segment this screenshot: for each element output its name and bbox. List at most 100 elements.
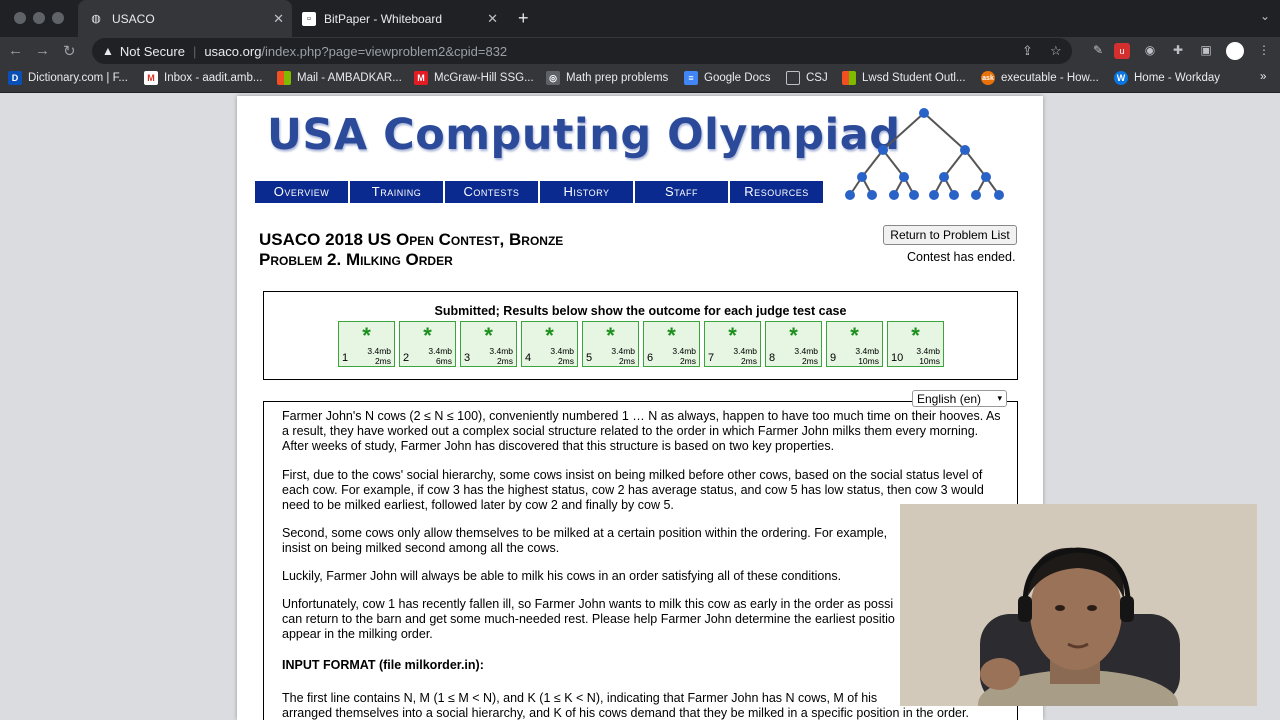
nav-history[interactable]: History <box>540 181 633 203</box>
bookmark-workday[interactable]: W Home - Workday <box>1114 71 1220 85</box>
bookmarks-overflow-icon[interactable]: » <box>1260 71 1266 83</box>
return-to-list-button[interactable]: Return to Problem List <box>883 225 1017 245</box>
share-icon[interactable]: ⇪ <box>1022 43 1033 59</box>
paragraph: Second, some cows only allow themselves … <box>282 526 888 540</box>
paragraph: Luckily, Farmer John will always be able… <box>282 569 842 583</box>
site-logo: USA Computing Olympiad <box>267 110 901 160</box>
close-icon[interactable]: ✕ <box>487 11 498 27</box>
test-case-memory: 3.4mb <box>916 346 940 356</box>
bitpaper-icon: ▫ <box>302 11 316 26</box>
test-case-memory: 3.4mb <box>367 346 391 356</box>
browser-tab-bar: ◍ USACO ✕ ▫ BitPaper - Whiteboard ✕ + ⌄ <box>0 0 1280 37</box>
tab-bitpaper[interactable]: ▫ BitPaper - Whiteboard ✕ <box>292 0 506 37</box>
test-case-memory: 3.4mb <box>428 346 452 356</box>
bookmark-csj[interactable]: CSJ <box>786 71 828 85</box>
extension-icon[interactable]: ✎ <box>1090 43 1106 59</box>
test-case-number: 8 <box>769 352 776 364</box>
test-case-memory: 3.4mb <box>611 346 635 356</box>
language-select[interactable]: English (en) ▾ <box>912 390 1007 407</box>
paragraph: arranged themselves into a social hierar… <box>282 706 969 720</box>
bookmark-executable[interactable]: ask executable - How... <box>981 71 1099 85</box>
bookmark-lwsd[interactable]: Lwsd Student Outl... <box>842 71 966 85</box>
test-case-number: 2 <box>403 352 410 364</box>
bookmark-mail[interactable]: Mail - AMBADKAR... <box>277 71 402 85</box>
bookmark-docs[interactable]: ≡ Google Docs <box>684 71 770 85</box>
microsoft-icon <box>842 71 856 85</box>
test-case-cell: * 3 3.4mb 2ms <box>460 321 517 367</box>
reload-icon[interactable]: ↻ <box>63 42 76 60</box>
test-case-number: 7 <box>708 352 715 364</box>
bookmark-inbox[interactable]: M Inbox - aadit.amb... <box>144 71 262 85</box>
chevron-down-icon: ▾ <box>997 393 1002 403</box>
sidebar-icon[interactable]: ▣ <box>1198 43 1214 59</box>
test-case-stats: 3.4mb 6ms <box>428 346 452 366</box>
globe-icon: ◎ <box>546 71 560 85</box>
nav-overview[interactable]: Overview <box>255 181 348 203</box>
avatar[interactable] <box>1226 42 1244 60</box>
test-case-cell: * 4 3.4mb 2ms <box>521 321 578 367</box>
bookmark-math[interactable]: ◎ Math prep problems <box>546 71 668 85</box>
minimize-window-dot[interactable] <box>33 12 45 24</box>
test-case-memory: 3.4mb <box>733 346 757 356</box>
test-case-number: 1 <box>342 352 349 364</box>
bookmark-mcgraw[interactable]: M McGraw-Hill SSG... <box>414 71 534 85</box>
test-case-memory: 3.4mb <box>794 346 818 356</box>
nav-training[interactable]: Training <box>350 181 443 203</box>
test-case-list: * 1 3.4mb 2ms * 2 3.4mb 6ms * 3 3.4mb 2ms * 4 3.4mb 2ms… <box>338 321 948 367</box>
gmail-icon: M <box>144 71 158 85</box>
url-host: usaco.org <box>204 43 262 59</box>
new-tab-icon[interactable]: + <box>518 8 529 29</box>
menu-icon[interactable]: ⋮ <box>1256 43 1272 59</box>
paragraph: appear in the milking order. <box>282 627 433 641</box>
folder-icon <box>786 71 800 85</box>
paragraph: can return to the barn and get some much… <box>282 612 895 626</box>
test-case-cell: * 9 3.4mb 10ms <box>826 321 883 367</box>
test-case-stats: 3.4mb 2ms <box>611 346 635 366</box>
paragraph: The first line contains N, M (1 ≤ M < N)… <box>282 691 878 705</box>
webcam-overlay <box>900 504 1257 706</box>
results-header: Submitted; Results below show the outcom… <box>434 304 847 318</box>
problem-title: Problem 2. Milking Order <box>259 250 453 269</box>
test-case-number: 6 <box>647 352 654 364</box>
divider: | <box>192 43 197 59</box>
ublock-icon[interactable]: u <box>1114 43 1130 59</box>
puzzle-icon[interactable]: ✚ <box>1170 43 1186 59</box>
maximize-window-dot[interactable] <box>52 12 64 24</box>
close-icon[interactable]: ✕ <box>273 11 284 27</box>
page-title: USACO 2018 US Open Contest, Bronze Probl… <box>259 230 563 270</box>
paragraph: First, due to the cows' social hierarchy… <box>282 468 984 512</box>
test-case-number: 5 <box>586 352 593 364</box>
nav-resources[interactable]: Resources <box>730 181 823 203</box>
nav-contests[interactable]: Contests <box>445 181 538 203</box>
test-case-stats: 3.4mb 2ms <box>672 346 696 366</box>
test-case-memory: 3.4mb <box>672 346 696 356</box>
security-label: Not Secure <box>119 43 185 59</box>
extension-icon[interactable]: ◉ <box>1142 43 1158 59</box>
docs-icon: ≡ <box>684 71 698 85</box>
star-icon[interactable]: ☆ <box>1050 43 1062 59</box>
url-path: /index.php?page=viewproblem2&cpid=832 <box>261 43 508 59</box>
address-bar[interactable]: ▲ Not Secure | usaco.org/index.php?page=… <box>92 38 1072 64</box>
browser-toolbar: ← → ↻ ▲ Not Secure | usaco.org/index.php… <box>0 37 1280 65</box>
close-window-dot[interactable] <box>14 12 26 24</box>
test-case-stats: 3.4mb 2ms <box>733 346 757 366</box>
test-case-stats: 3.4mb 2ms <box>550 346 574 366</box>
forward-icon[interactable]: → <box>35 42 50 59</box>
mcgraw-icon: M <box>414 71 428 85</box>
site-nav: Overview Training Contests History Staff… <box>255 181 825 203</box>
back-icon[interactable]: ← <box>8 42 23 59</box>
tab-usaco[interactable]: ◍ USACO ✕ <box>78 0 292 37</box>
dictionary-icon: D <box>8 71 22 85</box>
test-case-number: 9 <box>830 352 837 364</box>
tab-label: USACO <box>112 11 155 26</box>
nav-staff[interactable]: Staff <box>635 181 728 203</box>
test-case-stats: 3.4mb 10ms <box>916 346 940 366</box>
microsoft-icon <box>277 71 291 85</box>
test-case-stats: 3.4mb 2ms <box>367 346 391 366</box>
paragraph: Farmer John's N cows (2 ≤ N ≤ 100), conv… <box>282 409 1001 453</box>
webcam-person-image <box>900 504 1257 706</box>
test-case-time: 2ms <box>801 356 818 366</box>
warning-icon: ▲ <box>102 44 114 58</box>
bookmark-dictionary[interactable]: D Dictionary.com | F... <box>8 71 128 85</box>
chevron-down-icon[interactable]: ⌄ <box>1260 9 1270 23</box>
